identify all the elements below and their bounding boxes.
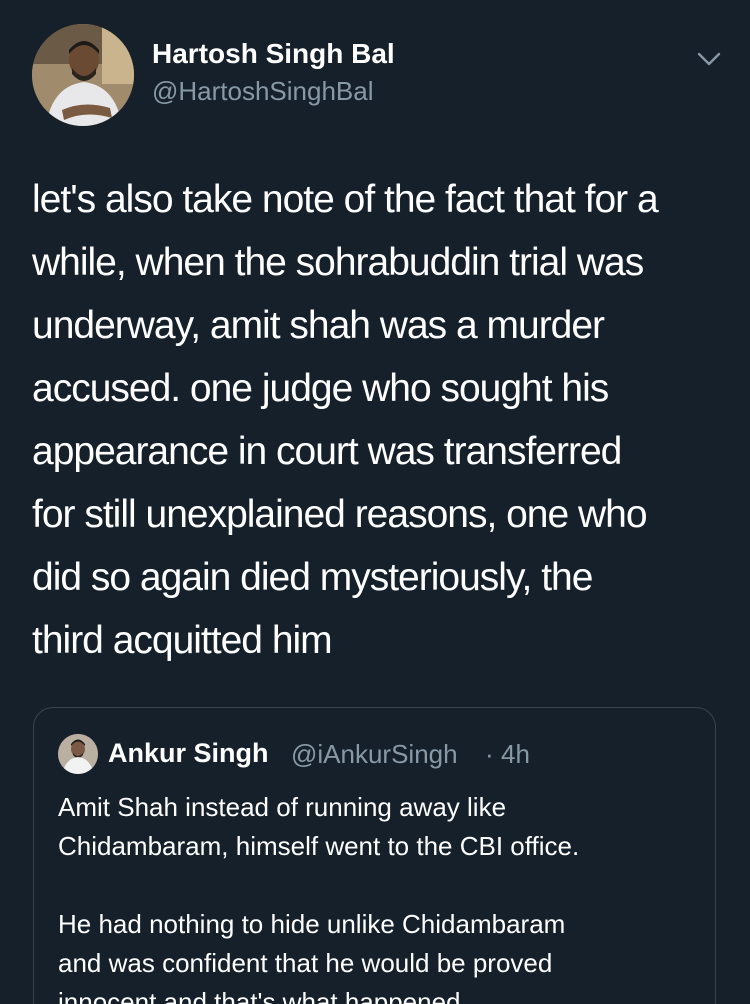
separator-dot: · [485,739,494,769]
profile-photo-icon [58,734,98,774]
author-name[interactable]: Hartosh Singh Bal [152,38,395,70]
quoted-author-handle[interactable]: @iAnkurSingh [291,739,458,770]
profile-photo-icon [32,24,134,126]
quoted-author-avatar [58,734,98,774]
tweet-header: Hartosh Singh Bal @HartoshSinghBal [32,24,722,128]
tweet-text: let's also take note of the fact that fo… [32,178,659,662]
author-avatar[interactable] [32,24,134,126]
quoted-timestamp[interactable]: 4h [501,739,530,770]
chevron-down-icon[interactable] [696,46,722,72]
quoted-tweet-text: Amit Shah instead of running away like C… [58,792,580,1004]
author-handle[interactable]: @HartoshSinghBal [152,76,374,107]
quoted-author-name[interactable]: Ankur Singh [108,738,269,769]
quoted-tweet-card[interactable]: Ankur Singh @iAnkurSingh · 4h Amit Shah … [33,707,716,1004]
